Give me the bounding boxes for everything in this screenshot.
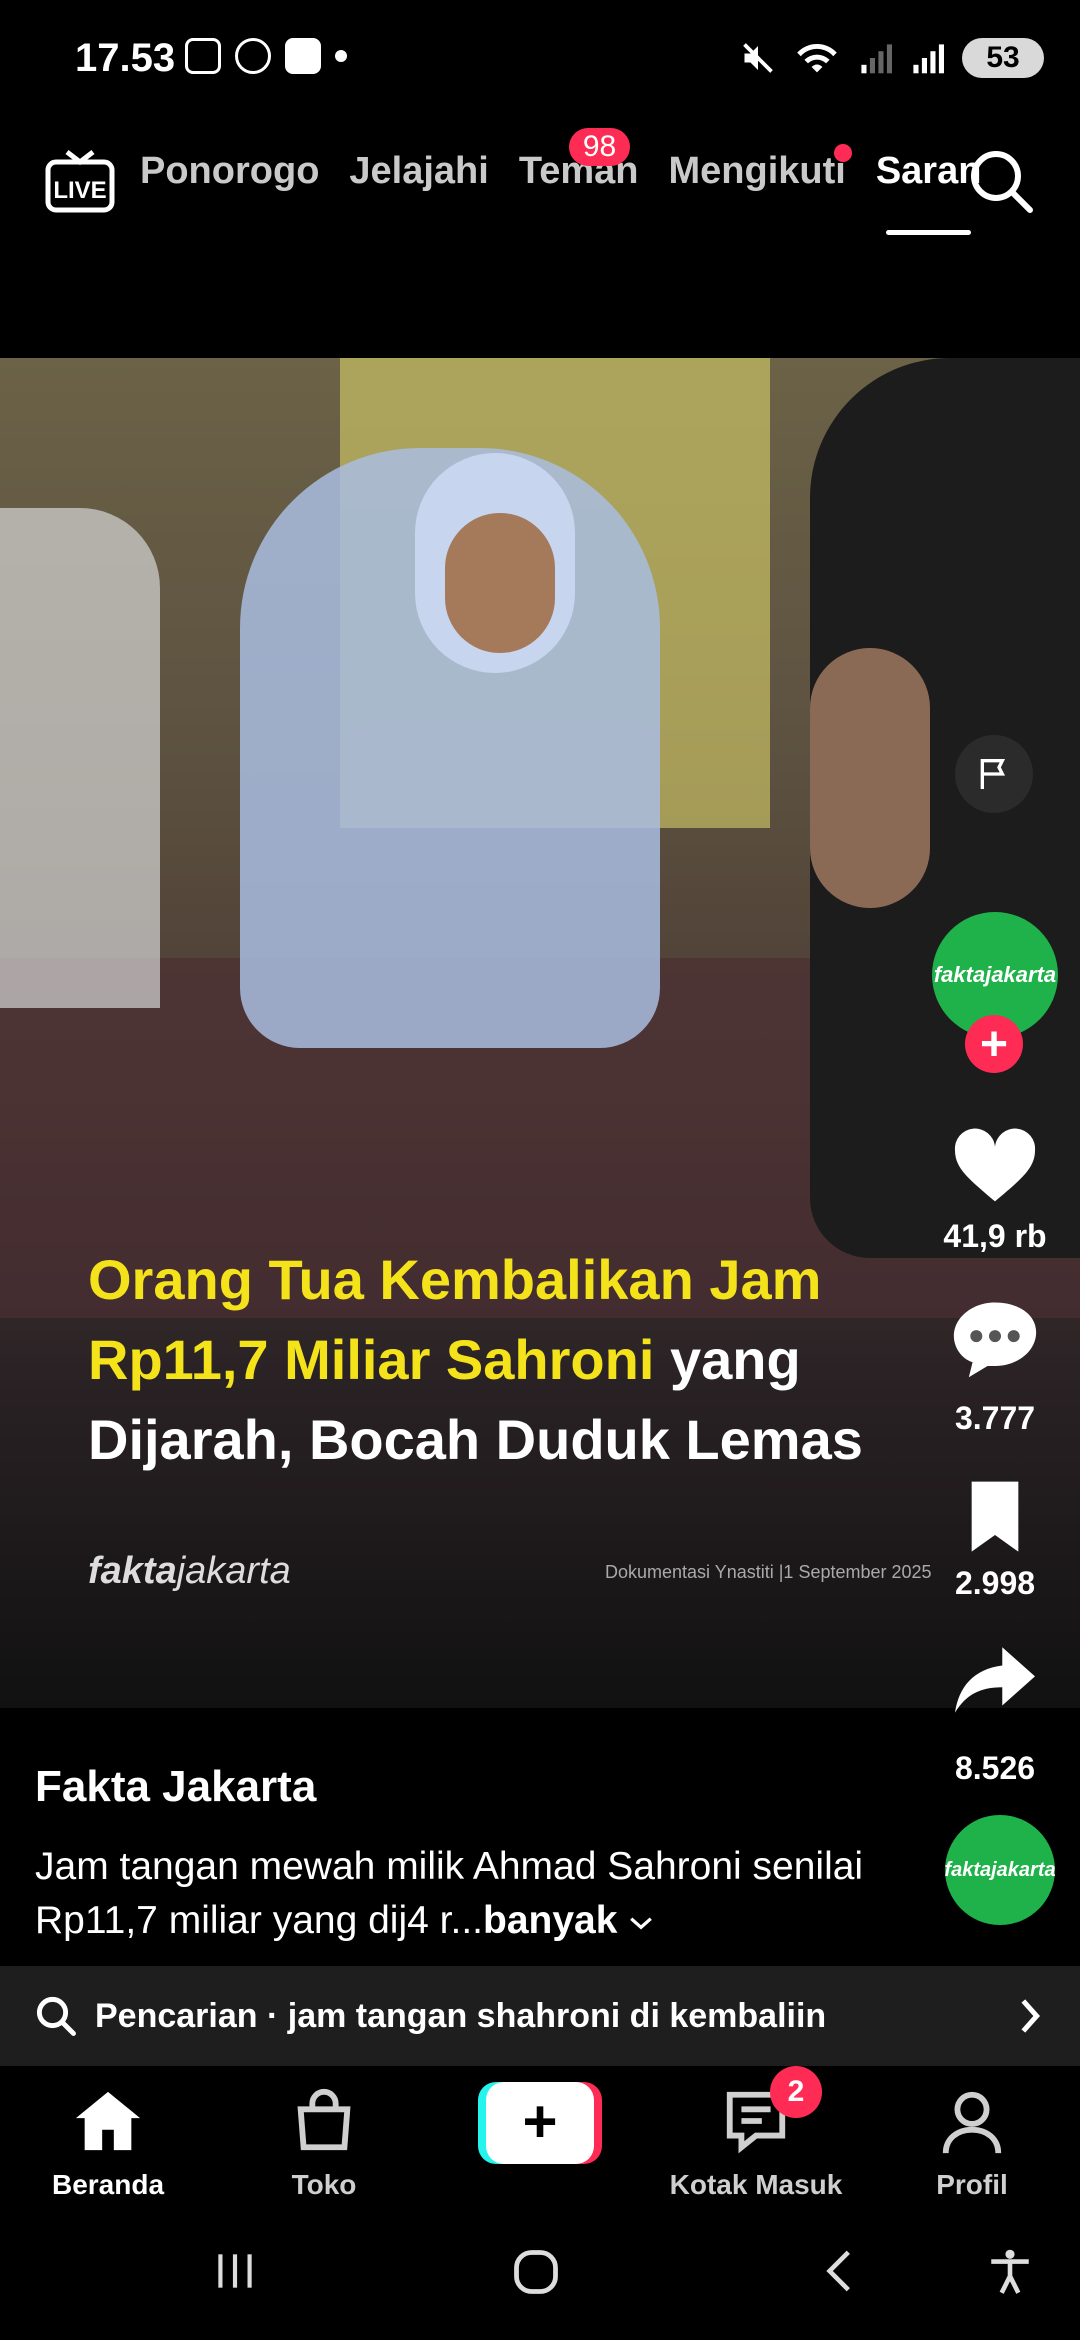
- nav-home[interactable]: Beranda: [8, 2086, 208, 2201]
- plus-icon: +: [486, 2082, 594, 2164]
- video-caption: Orang Tua Kembalikan Jam Rp11,7 Miliar S…: [88, 1248, 863, 1471]
- video-description[interactable]: Jam tangan mewah milik Ahmad Sahroni sen…: [35, 1840, 865, 1948]
- mengikuti-dot: [833, 144, 852, 162]
- search-icon: [36, 1996, 76, 2036]
- comment-icon: [953, 1302, 1037, 1378]
- home-system-icon[interactable]: [510, 2246, 562, 2298]
- share-icon: [955, 1647, 1035, 1713]
- video-scene-person-left: [0, 508, 160, 1008]
- report-button[interactable]: [955, 735, 1033, 813]
- feed-tabs: Ponorogo Jelajahi Teman 98 Mengikuti Sara…: [140, 128, 981, 235]
- home-icon: [75, 2091, 141, 2151]
- active-tab-indicator: [885, 230, 972, 235]
- wifi-icon: [797, 43, 837, 73]
- search-icon: [971, 151, 1033, 213]
- expand-description[interactable]: banyak: [483, 1899, 617, 1942]
- create-button[interactable]: +: [478, 2082, 602, 2164]
- tab-mengikuti[interactable]: Mengikuti: [669, 144, 852, 193]
- system-nav-bar: [0, 2216, 1080, 2340]
- live-label: LIVE: [53, 177, 106, 204]
- follow-button[interactable]: +: [965, 1015, 1023, 1073]
- signal-2-icon: [913, 44, 944, 74]
- mute-icon: [743, 43, 773, 73]
- screenshot-icon: [185, 38, 221, 74]
- comment-count: 3.777: [954, 1400, 1036, 1436]
- author-name[interactable]: Fakta Jakarta: [35, 1762, 316, 1812]
- shopee-icon: [285, 38, 321, 74]
- share-count: 8.526: [954, 1750, 1036, 1786]
- nav-shop[interactable]: Toko: [224, 2086, 424, 2201]
- sound-disc[interactable]: fakta jakarta: [944, 1815, 1056, 1925]
- tab-ponorogo[interactable]: Ponorogo: [140, 150, 319, 193]
- video-player[interactable]: [0, 358, 1080, 1708]
- video-credit: Dokumentasi Ynastiti |1 September 2025: [605, 1562, 932, 1582]
- system-icons: 53: [740, 38, 1044, 78]
- search-suggestion-text: Pencarian · jam tangan shahroni di kemba…: [95, 1996, 827, 2035]
- more-notifications-dot: [335, 50, 347, 62]
- teman-badge: 98: [568, 128, 631, 166]
- live-button[interactable]: LIVE: [45, 148, 115, 213]
- nav-profile[interactable]: Profil: [872, 2086, 1072, 2201]
- nav-inbox[interactable]: Kotak Masuk: [656, 2086, 856, 2201]
- live-tv-icon: LIVE: [45, 150, 115, 213]
- tab-jelajahi[interactable]: Jelajahi: [349, 150, 488, 193]
- status-time: 17.53: [75, 36, 176, 80]
- back-icon[interactable]: [815, 2246, 865, 2296]
- like-count: 41,9 rb: [943, 1218, 1047, 1254]
- video-watermark: faktajakarta: [88, 1550, 291, 1592]
- whatsapp-icon: [235, 38, 271, 74]
- notification-icons: [185, 38, 347, 74]
- profile-icon: [942, 2091, 1002, 2154]
- comment-button[interactable]: [950, 1295, 1040, 1378]
- tab-teman[interactable]: Teman 98: [519, 128, 639, 193]
- recent-apps-icon[interactable]: [210, 2246, 260, 2296]
- video-scene-face: [445, 513, 555, 653]
- signal-1-icon: [861, 44, 892, 74]
- search-button[interactable]: [968, 148, 1034, 214]
- battery-indicator: 53: [962, 38, 1044, 78]
- save-button[interactable]: [955, 1475, 1045, 1555]
- tab-saran[interactable]: Saran: [876, 150, 981, 235]
- chevron-right-icon: [1021, 1999, 1041, 2033]
- like-button[interactable]: [950, 1125, 1040, 1205]
- status-bar: 17.53 53: [0, 0, 1080, 120]
- inbox-badge: 2: [770, 2066, 822, 2118]
- save-count: 2.998: [954, 1565, 1036, 1601]
- accessibility-icon[interactable]: [985, 2246, 1035, 2298]
- bookmark-icon: [971, 1481, 1019, 1552]
- video-scene-ear: [810, 648, 930, 908]
- chevron-down-icon: [630, 1917, 653, 1930]
- shopping-bag-icon: [297, 2089, 351, 2151]
- share-button[interactable]: [950, 1640, 1040, 1720]
- flag-icon: [980, 759, 1006, 789]
- search-suggestion-bar[interactable]: Pencarian · jam tangan shahroni di kemba…: [0, 1966, 1080, 2066]
- heart-icon: [954, 1128, 1036, 1202]
- plus-icon: +: [979, 1017, 1009, 1071]
